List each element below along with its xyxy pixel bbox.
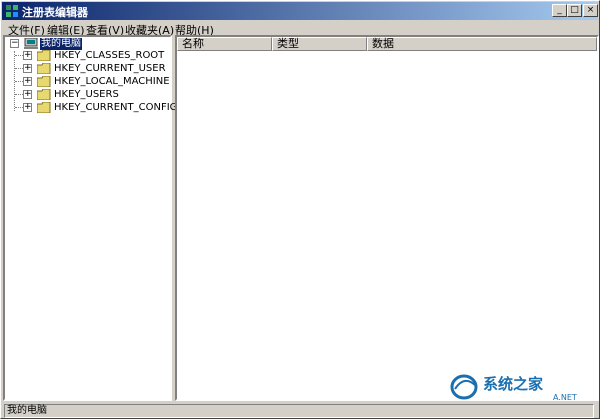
status-bar: 我的电脑 [2,403,598,419]
maximize-button[interactable]: □ [567,4,582,17]
watermark-subtext: A.NET [553,393,577,402]
column-header-type[interactable]: 类型 [272,37,367,51]
minimize-button[interactable]: _ [552,4,567,17]
tree-node-hkey-classes-root[interactable]: + HKEY_CLASSES_ROOT [23,50,171,62]
watermark-logo: 系统之家 A.NET [450,374,577,402]
title-bar[interactable]: 注册表编辑器 _ □ × [2,2,598,20]
tree-node-label: HKEY_LOCAL_MACHINE [54,76,170,87]
tree-node-label: 我的电脑 [40,38,82,50]
folder-icon [37,89,51,100]
folder-icon [37,76,51,87]
tree-node-hkey-current-user[interactable]: + HKEY_CURRENT_USER [23,63,171,75]
registry-editor-window: 注册表编辑器 _ □ × 文件(F) 编辑(E) 查看(V) 收藏夹(A) 帮助… [0,0,600,419]
tree-node-hkey-local-machine[interactable]: + HKEY_LOCAL_MACHINE [23,76,171,88]
tree-node-hkey-current-config[interactable]: + HKEY_CURRENT_CONFIG [23,102,177,114]
tree-node-label: HKEY_USERS [54,89,119,100]
folder-icon [37,63,51,74]
tree-node-label: HKEY_CLASSES_ROOT [54,50,165,61]
tree-node-root[interactable]: − 我的电脑 [9,38,169,50]
regedit-icon [6,5,18,17]
tree-node-label: HKEY_CURRENT_USER [54,63,166,74]
column-header-name[interactable]: 名称 [177,37,272,51]
expand-icon[interactable]: + [23,103,32,112]
column-header-data[interactable]: 数据 [367,37,597,51]
expand-icon[interactable]: + [23,51,32,60]
window-title: 注册表编辑器 [22,6,88,19]
tree-node-label: HKEY_CURRENT_CONFIG [54,102,178,113]
expand-icon[interactable]: + [23,77,32,86]
expand-icon[interactable]: + [23,90,32,99]
folder-icon [37,102,51,113]
expand-icon[interactable]: + [23,64,32,73]
watermark-text: 系统之家 [483,375,543,393]
computer-icon [24,38,38,49]
close-button[interactable]: × [583,4,598,17]
registry-tree-pane[interactable]: − 我的电脑 + HKEY_CLASSES_ROOT + HKEY_CURREN… [3,35,177,401]
tree-node-hkey-users[interactable]: + HKEY_USERS [23,89,171,101]
folder-icon [37,50,51,61]
status-text: 我的电脑 [4,404,594,418]
value-list-pane[interactable]: 名称 类型 数据 [175,35,599,401]
collapse-icon[interactable]: − [10,39,19,48]
